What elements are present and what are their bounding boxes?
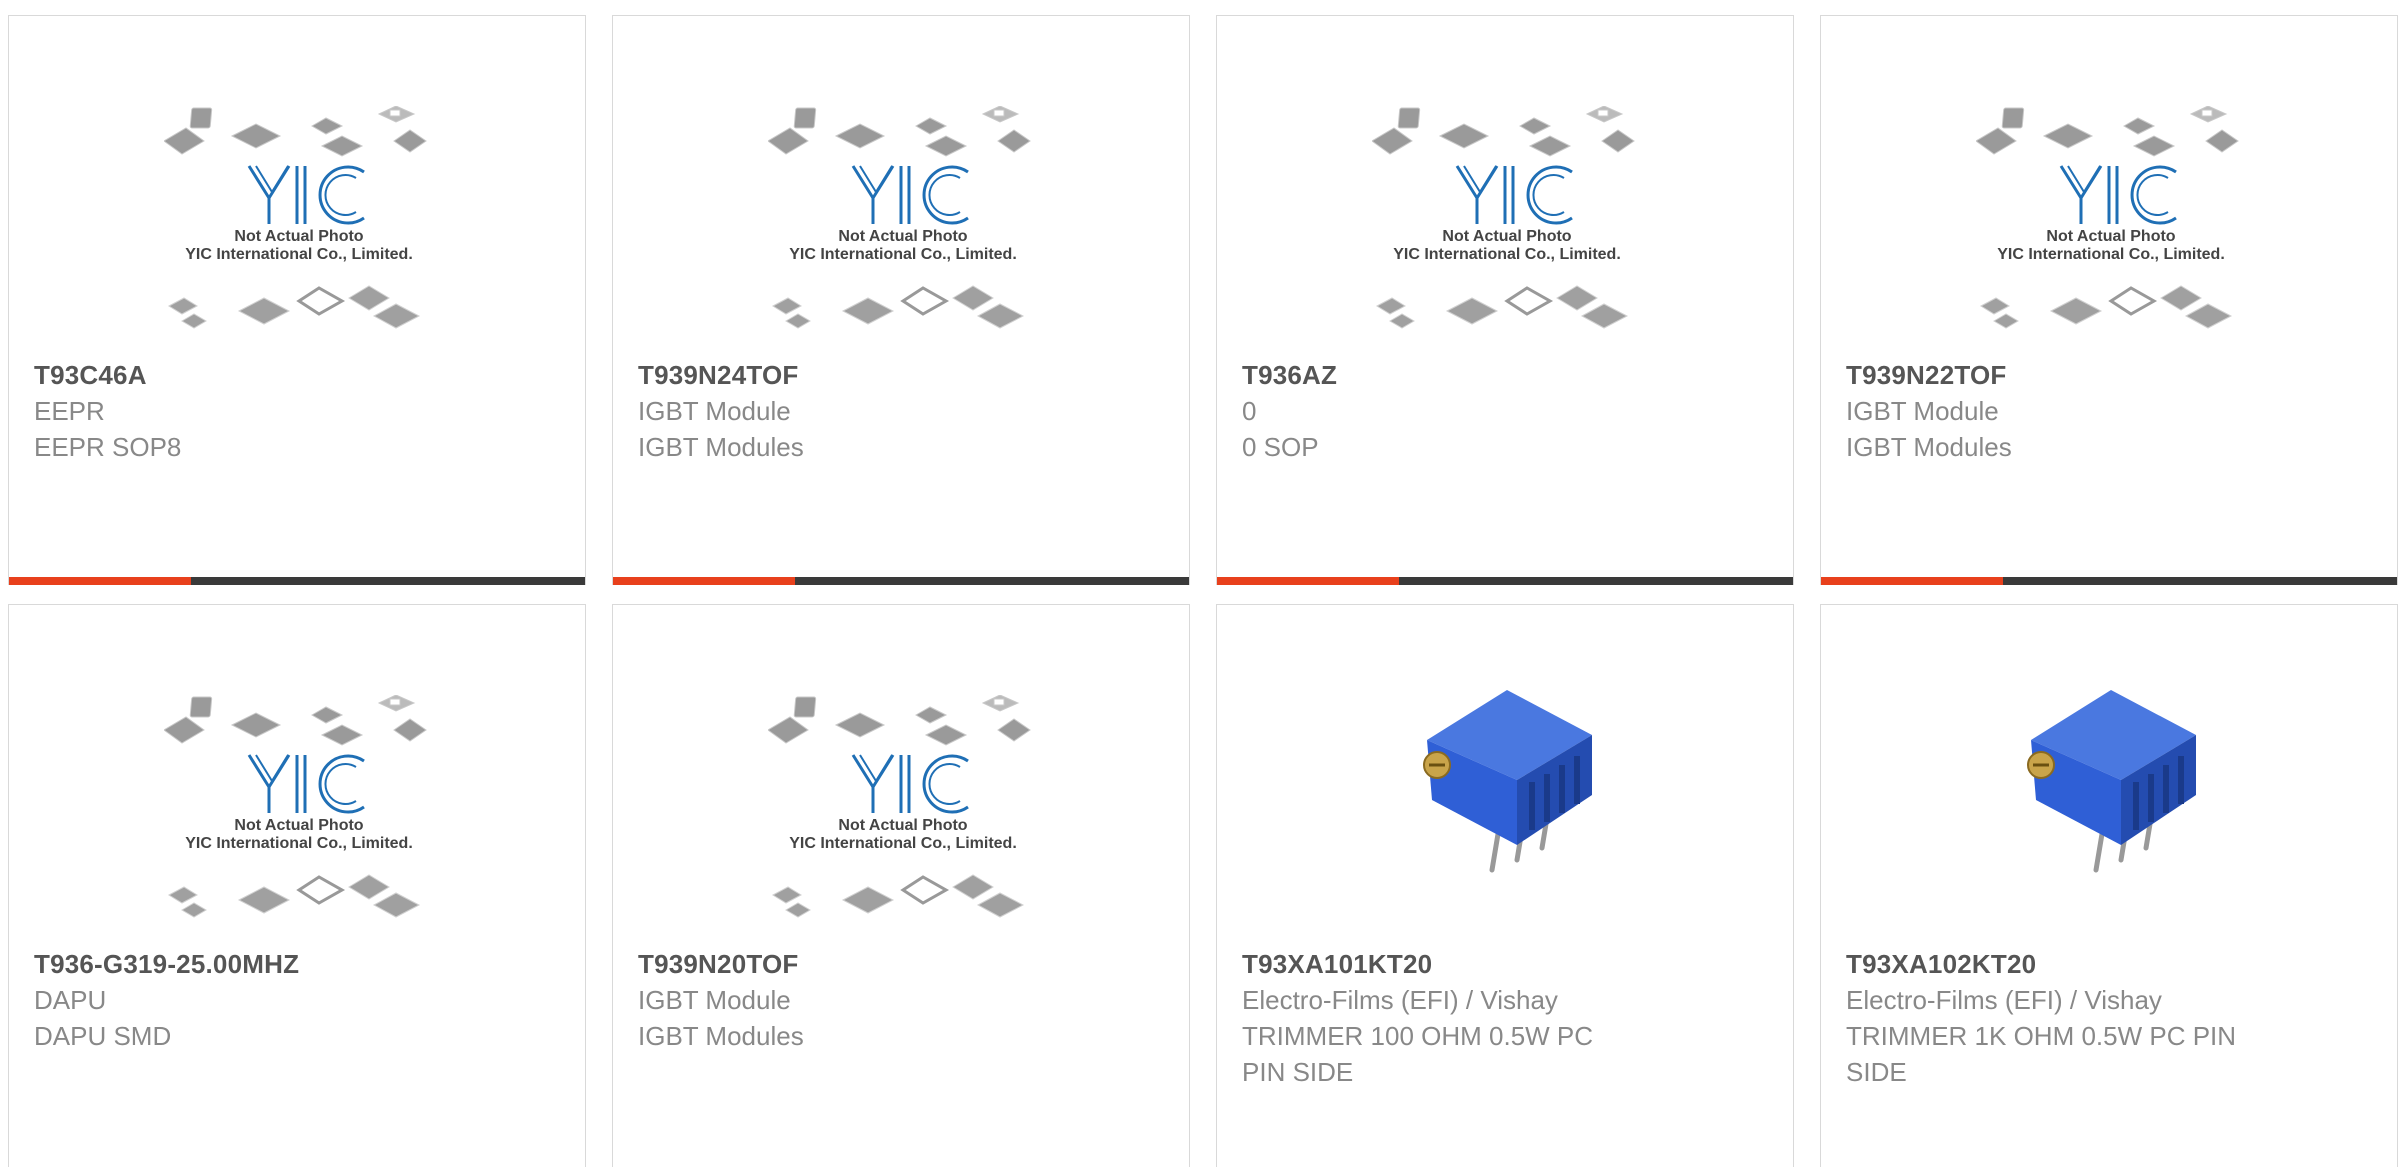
placeholder-caption-1: Not Actual Photo [234,817,363,834]
placeholder-caption-2: YIC International Co., Limited. [185,246,413,263]
placeholder-caption-2: YIC International Co., Limited. [789,246,1017,263]
card-accent-bar [613,577,795,585]
placeholder-image: Not Actual Photo YIC International Co., … [164,106,427,329]
placeholder-image: Not Actual Photo YIC International Co., … [1372,106,1635,329]
placeholder-image: Not Actual Photo YIC International Co., … [768,106,1031,329]
product-grid: Not Actual Photo YIC International Co., … [0,0,2400,1167]
description: DAPU SMD [34,1021,172,1051]
part-number[interactable]: T936-G319-25.00MHZ [34,946,560,982]
product-card[interactable]: T93XA101KT20 Electro-Films (EFI) / Vishay… [1216,604,1794,1167]
product-info: T93XA102KT20 Electro-Films (EFI) / Vishay… [1846,946,2372,1090]
placeholder-caption-2: YIC International Co., Limited. [789,835,1017,852]
product-card[interactable]: Not Actual Photo YIC International Co., … [1820,15,2398,585]
description: IGBT Modules [1846,432,2012,462]
placeholder-caption-2: YIC International Co., Limited. [185,835,413,852]
description: EEPR SOP8 [34,432,182,462]
product-thumbnail[interactable]: Not Actual Photo YIC International Co., … [1217,16,1793,352]
product-info: T93XA101KT20 Electro-Films (EFI) / Vishay… [1242,946,1768,1090]
placeholder-caption-1: Not Actual Photo [234,228,363,245]
placeholder-caption-2: YIC International Co., Limited. [1393,246,1621,263]
description-continued: PIN SIDE [1242,1057,1354,1087]
manufacturer: IGBT Module [638,985,791,1015]
product-card[interactable]: T93XA102KT20 Electro-Films (EFI) / Vishay… [1820,604,2398,1167]
placeholder-caption-1: Not Actual Photo [2046,228,2175,245]
product-card[interactable]: Not Actual Photo YIC International Co., … [8,604,586,1167]
part-number[interactable]: T93XA101KT20 [1242,946,1768,982]
product-info: T936-G319-25.00MHZ DAPU DAPU SMD [34,946,560,1054]
card-accent-bar [9,577,191,585]
description: TRIMMER 1K OHM 0.5W PC PIN [1846,1021,2237,1051]
card-bottom-bar [9,577,585,585]
product-thumbnail[interactable]: Not Actual Photo YIC International Co., … [1821,16,2397,352]
card-bottom-bar [1217,577,1793,585]
card-accent-bar [1821,577,2003,585]
description: IGBT Modules [638,1021,804,1051]
manufacturer: DAPU [34,985,107,1015]
description: 0 SOP [1242,432,1319,462]
product-info: T936AZ 0 0 SOP [1242,357,1768,465]
part-number[interactable]: T93C46A [34,357,560,393]
product-card[interactable]: Not Actual Photo YIC International Co., … [1216,15,1794,585]
placeholder-image: Not Actual Photo YIC International Co., … [768,695,1031,918]
part-number[interactable]: T939N24TOF [638,357,1164,393]
card-accent-bar [1217,577,1399,585]
product-info: T939N24TOF IGBT Module IGBT Modules [638,357,1164,465]
product-thumbnail[interactable]: Not Actual Photo YIC International Co., … [613,605,1189,941]
manufacturer: EEPR [34,396,105,426]
manufacturer: Electro-Films (EFI) / Vishay [1242,985,1558,1015]
part-number[interactable]: T939N20TOF [638,946,1164,982]
manufacturer: IGBT Module [638,396,791,426]
card-bottom-bar [613,577,1189,585]
description: TRIMMER 100 OHM 0.5W PC [1242,1021,1594,1051]
part-number[interactable]: T93XA102KT20 [1846,946,2372,982]
card-bottom-bar [1821,577,2397,585]
product-thumbnail[interactable]: Not Actual Photo YIC International Co., … [613,16,1189,352]
product-card[interactable]: Not Actual Photo YIC International Co., … [8,15,586,585]
placeholder-caption-1: Not Actual Photo [838,817,967,834]
product-info: T939N22TOF IGBT Module IGBT Modules [1846,357,2372,465]
placeholder-image: Not Actual Photo YIC International Co., … [1976,106,2239,329]
product-thumbnail[interactable] [1821,605,2397,941]
product-thumbnail[interactable]: Not Actual Photo YIC International Co., … [9,605,585,941]
part-number[interactable]: T939N22TOF [1846,357,2372,393]
description-continued: SIDE [1846,1057,1907,1087]
product-info: T93C46A EEPR EEPR SOP8 [34,357,560,465]
placeholder-caption-1: Not Actual Photo [1442,228,1571,245]
manufacturer: IGBT Module [1846,396,1999,426]
product-info: T939N20TOF IGBT Module IGBT Modules [638,946,1164,1054]
manufacturer: 0 [1242,396,1257,426]
placeholder-caption-2: YIC International Co., Limited. [1997,246,2225,263]
product-card[interactable]: Not Actual Photo YIC International Co., … [612,15,1190,585]
trimmer-photo [2027,690,2196,873]
placeholder-caption-1: Not Actual Photo [838,228,967,245]
description: IGBT Modules [638,432,804,462]
product-card[interactable]: Not Actual Photo YIC International Co., … [612,604,1190,1167]
product-thumbnail[interactable] [1217,605,1793,941]
part-number[interactable]: T936AZ [1242,357,1768,393]
manufacturer: Electro-Films (EFI) / Vishay [1846,985,2162,1015]
trimmer-photo [1423,690,1592,873]
placeholder-image: Not Actual Photo YIC International Co., … [164,695,427,918]
product-thumbnail[interactable]: Not Actual Photo YIC International Co., … [9,16,585,352]
